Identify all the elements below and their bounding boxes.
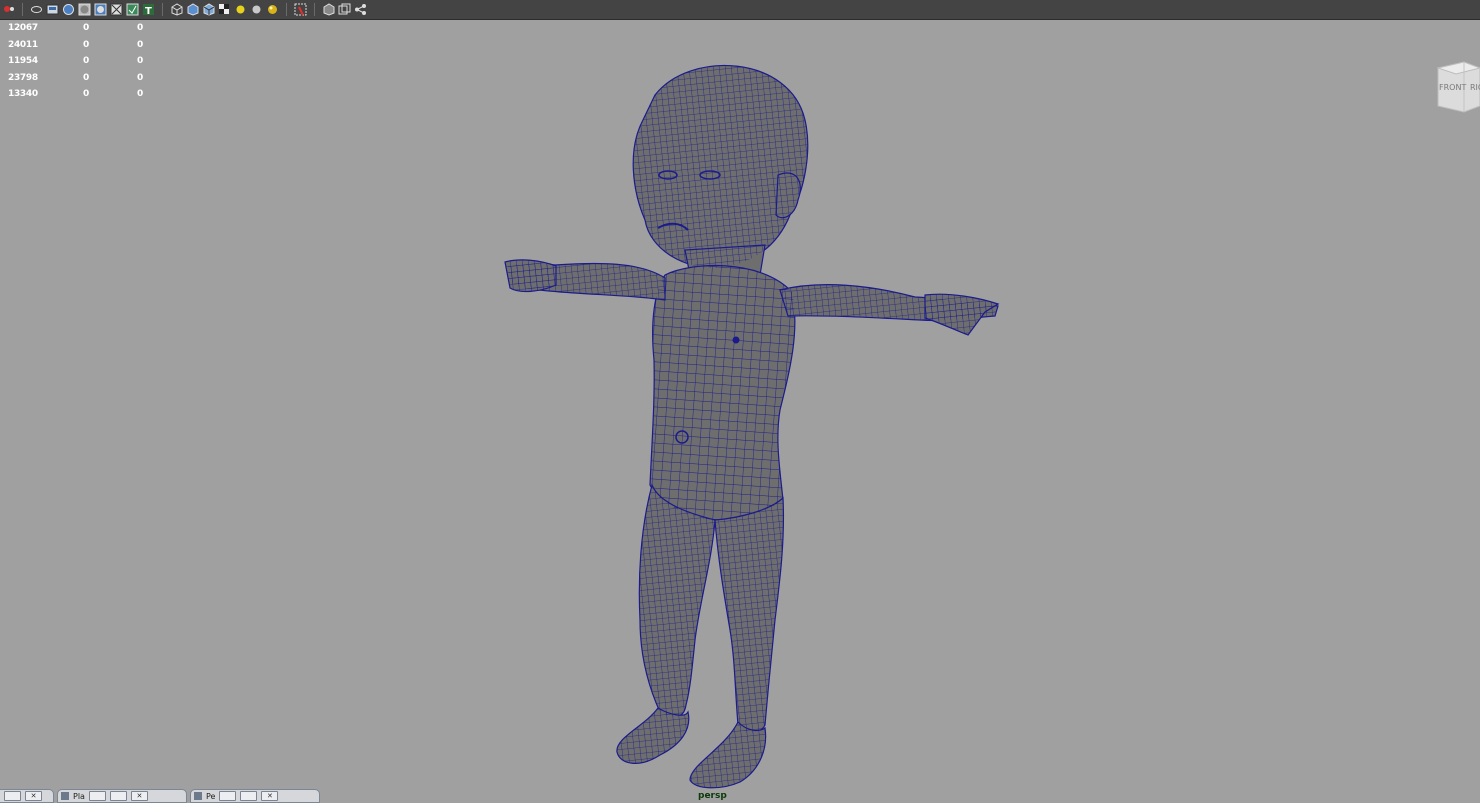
- panel-tab[interactable]: Pe ✕: [190, 789, 320, 803]
- hud-row: 12067 0 0: [8, 20, 157, 37]
- textured-icon[interactable]: [94, 3, 107, 16]
- toolbar-divider: [314, 3, 315, 16]
- wire-cube-icon[interactable]: [202, 3, 215, 16]
- panel-tab-label: Pe: [206, 791, 216, 801]
- hud-value: 24011: [8, 39, 38, 50]
- svg-text:T: T: [145, 6, 152, 16]
- text-icon[interactable]: T: [142, 3, 155, 16]
- baby-mesh-model[interactable]: [0, 20, 1480, 800]
- hud-value: 13340: [8, 89, 38, 99]
- view-cube[interactable]: FRONT RIG: [1430, 58, 1480, 116]
- hud-value: 0: [83, 89, 89, 99]
- panel-icon: [194, 792, 202, 800]
- default-light-icon[interactable]: [234, 3, 247, 16]
- bookmark-icon[interactable]: [30, 3, 43, 16]
- hud-value: 0: [137, 72, 143, 83]
- view-cube-front-label: FRONT: [1439, 83, 1466, 92]
- toolbar-divider: [22, 3, 23, 16]
- wireframe-icon[interactable]: [62, 3, 75, 16]
- checker-icon[interactable]: [218, 3, 231, 16]
- smooth-shade-icon[interactable]: [78, 3, 91, 16]
- xray-icon[interactable]: [110, 3, 123, 16]
- share-icon[interactable]: [354, 3, 367, 16]
- sphere-light-icon[interactable]: [250, 3, 263, 16]
- hud-value: 0: [137, 56, 143, 66]
- all-lights-icon[interactable]: [266, 3, 279, 16]
- toolbar-divider: [286, 3, 287, 16]
- hud-row: 11954 0 0: [8, 53, 157, 70]
- hud-value: 0: [83, 23, 89, 33]
- hud-value: 11954: [8, 56, 38, 66]
- shaded-cube-icon[interactable]: [186, 3, 199, 16]
- cube-icon[interactable]: [170, 3, 183, 16]
- hud-value: 0: [83, 56, 89, 66]
- toolbar-divider: [162, 3, 163, 16]
- panel-tab[interactable]: Pla ✕: [57, 789, 187, 803]
- multi-view-icon[interactable]: [338, 3, 351, 16]
- hud-row: 23798 0 0: [8, 70, 157, 87]
- hud-value: 0: [83, 72, 89, 83]
- panel-tab-label: Pla: [73, 791, 85, 801]
- viewport-toolbar: T: [0, 0, 1480, 20]
- hud-value: 0: [137, 89, 143, 99]
- hud-value: 12067: [8, 23, 38, 33]
- 3d-viewport[interactable]: FRONT RIG: [0, 20, 1480, 800]
- frame-icon[interactable]: [322, 3, 335, 16]
- panel-icon: [61, 792, 69, 800]
- hud-value: 0: [137, 23, 143, 33]
- view-cube-right-label: RIG: [1470, 83, 1480, 92]
- panel-tab[interactable]: ✕: [0, 789, 54, 803]
- select-camera-icon[interactable]: [2, 3, 15, 16]
- hud-row: 13340 0 0: [8, 86, 157, 103]
- hud-value: 23798: [8, 72, 38, 83]
- poly-count-hud: 12067 0 0 24011 0 0 11954 0 0 23798 0 0 …: [8, 20, 157, 103]
- hud-value: 0: [83, 39, 89, 50]
- grid-icon[interactable]: [294, 3, 307, 16]
- hud-value: 0: [137, 39, 143, 50]
- image-plane-icon[interactable]: [46, 3, 59, 16]
- isolate-icon[interactable]: [126, 3, 139, 16]
- hud-row: 24011 0 0: [8, 37, 157, 54]
